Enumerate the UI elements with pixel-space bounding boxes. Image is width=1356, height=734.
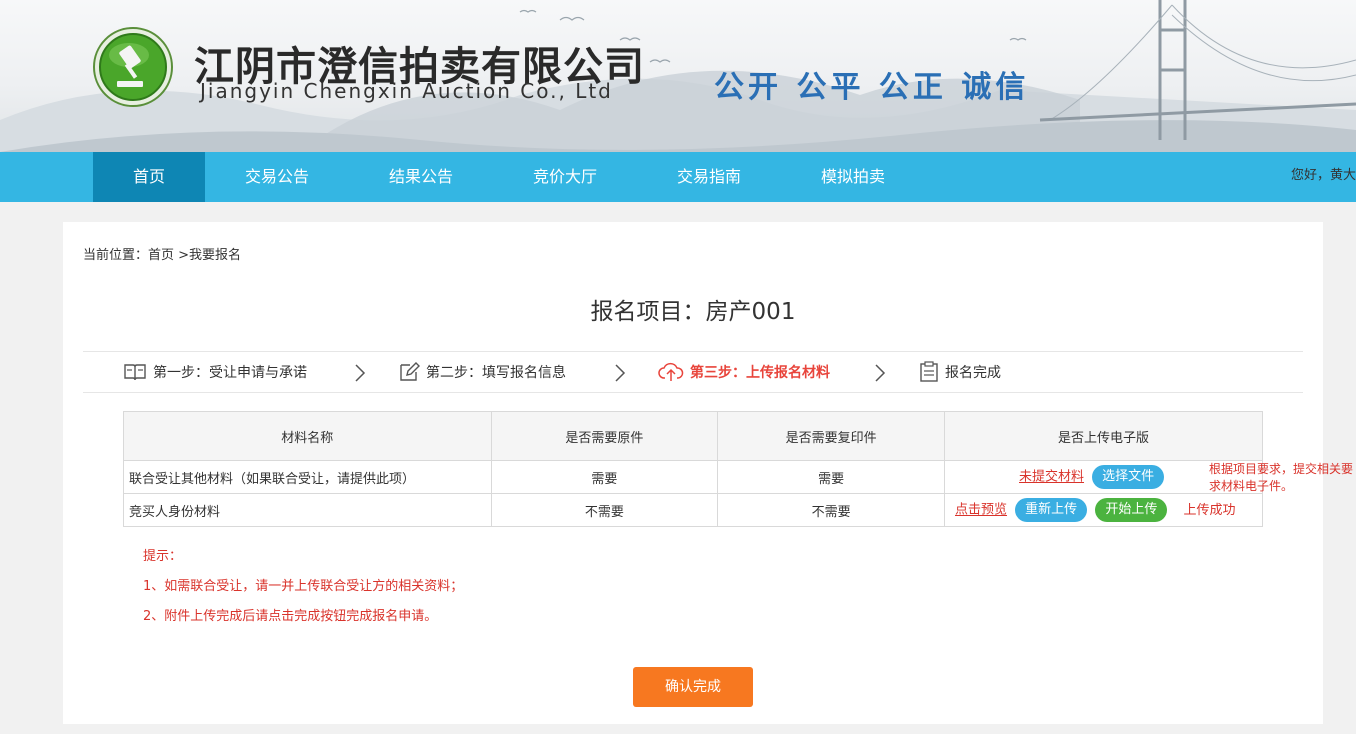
step-1: 第一步：受让申请与承诺 bbox=[123, 352, 307, 392]
column-header: 是否上传电子版 bbox=[944, 411, 1263, 461]
step-indicator: 第一步：受让申请与承诺 第二步：填写报名信息 第三步：上传报名材料 报名完成 bbox=[83, 351, 1303, 393]
confirm-complete-button[interactable]: 确认完成 bbox=[633, 667, 753, 707]
column-header: 材料名称 bbox=[123, 411, 492, 461]
content-panel: 当前位置：首页 >我要报名 报名项目：房产001 第一步：受让申请与承诺 第二步… bbox=[63, 222, 1323, 724]
preview-link[interactable]: 点击预览 bbox=[955, 503, 1007, 518]
needs-original: 需要 bbox=[490, 460, 719, 494]
nav-home[interactable]: 首页 bbox=[93, 152, 205, 202]
chevron-right-icon bbox=[355, 364, 366, 382]
needs-original: 不需要 bbox=[490, 493, 719, 527]
material-name: 联合受让其他材料（如果联合受让，请提供此项） bbox=[123, 460, 492, 494]
table-row: 联合受让其他材料（如果联合受让，请提供此项） 需要 需要 未提交材料 选择文件 bbox=[123, 460, 1263, 494]
column-header: 是否需要复印件 bbox=[717, 411, 945, 461]
tips-line-1: 1、如需联合受让，请一并上传联合受让方的相关资料； bbox=[143, 579, 464, 594]
book-icon bbox=[124, 364, 146, 381]
needs-copy: 不需要 bbox=[717, 493, 945, 527]
table-row: 竞买人身份材料 不需要 不需要 点击预览 重新上传 开始上传 上传成功 bbox=[123, 493, 1263, 527]
company-name-en: Jiangyin Chengxin Auction Co., Ltd bbox=[200, 79, 613, 103]
needs-copy: 需要 bbox=[717, 460, 945, 494]
page-title: 报名项目：房产001 bbox=[590, 299, 796, 325]
breadcrumb: 当前位置：首页 >我要报名 bbox=[83, 248, 242, 263]
main-nav: 首页 交易公告 结果公告 竞价大厅 交易指南 模拟拍卖 您好，黄大 bbox=[0, 152, 1356, 202]
table-header-row: 材料名称 是否需要原件 是否需要复印件 是否上传电子版 bbox=[123, 411, 1263, 461]
side-note: 根据项目要求，提交相关要求材料电子件。 bbox=[1209, 462, 1354, 493]
step-3-label: 第三步：上传报名材料 bbox=[690, 365, 830, 381]
not-submitted-link[interactable]: 未提交材料 bbox=[1019, 470, 1084, 485]
start-upload-button[interactable]: 开始上传 bbox=[1095, 498, 1168, 522]
company-logo bbox=[93, 27, 173, 107]
nav-trade-guide[interactable]: 交易指南 bbox=[653, 152, 765, 202]
step-4: 报名完成 bbox=[919, 352, 1001, 392]
tips: 提示： 1、如需联合受让，请一并上传联合受让方的相关资料； 2、附件上传完成后请… bbox=[143, 542, 463, 632]
chevron-right-icon bbox=[875, 364, 886, 382]
step-4-label: 报名完成 bbox=[945, 365, 1001, 381]
materials-table: 材料名称 是否需要原件 是否需要复印件 是否上传电子版 联合受让其他材料（如果联… bbox=[123, 411, 1263, 527]
nav-bidding-hall[interactable]: 竞价大厅 bbox=[509, 152, 621, 202]
upload-status: 上传成功 bbox=[1183, 502, 1236, 518]
material-name: 竞买人身份材料 bbox=[123, 493, 492, 527]
edit-icon bbox=[400, 362, 420, 381]
step-2-label: 第二步：填写报名信息 bbox=[426, 365, 566, 381]
step-1-label: 第一步：受让申请与承诺 bbox=[153, 365, 307, 381]
slogan: 公开 公平 公正 诚信 bbox=[714, 70, 1030, 105]
step-2: 第二步：填写报名信息 bbox=[398, 352, 566, 392]
tips-line-2: 2、附件上传完成后请点击完成按钮完成报名申请。 bbox=[143, 609, 438, 624]
column-header: 是否需要原件 bbox=[490, 411, 719, 461]
header-banner: 江阴市澄信拍卖有限公司 Jiangyin Chengxin Auction Co… bbox=[0, 0, 1356, 152]
nav-result-notice[interactable]: 结果公告 bbox=[365, 152, 477, 202]
nav-mock-auction[interactable]: 模拟拍卖 bbox=[797, 152, 909, 202]
step-3-current: 第三步：上传报名材料 bbox=[658, 352, 830, 392]
nav-trade-notice[interactable]: 交易公告 bbox=[221, 152, 333, 202]
user-greeting[interactable]: 您好，黄大 bbox=[1291, 164, 1356, 183]
tips-title: 提示： bbox=[143, 549, 183, 564]
reupload-button[interactable]: 重新上传 bbox=[1015, 498, 1088, 522]
upload-cell: 点击预览 重新上传 开始上传 上传成功 bbox=[944, 493, 1263, 527]
clipboard-icon bbox=[920, 361, 938, 382]
chevron-right-icon bbox=[615, 364, 626, 382]
choose-file-button[interactable]: 选择文件 bbox=[1092, 465, 1165, 489]
cloud-upload-icon bbox=[658, 362, 684, 381]
